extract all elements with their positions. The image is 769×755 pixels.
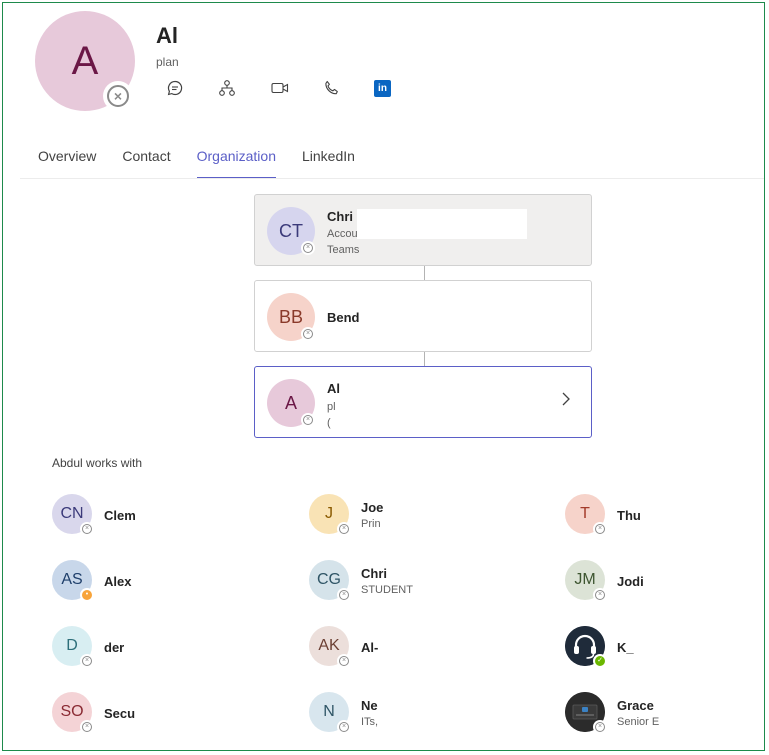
avatar-initials: AK	[318, 637, 340, 654]
presence-offline-icon: ×	[593, 720, 607, 734]
coworker-name: Grace	[617, 698, 654, 713]
coworker-item[interactable]: D × der	[52, 626, 292, 670]
coworker-name: Secu	[104, 706, 136, 721]
profile-avatar-initials: A	[71, 38, 99, 83]
presence-offline-icon: ×	[80, 522, 94, 536]
avatar-initials: CG	[317, 571, 341, 588]
works-with-heading: Abdul works with	[52, 456, 143, 470]
presence-offline-icon: ×	[301, 327, 315, 341]
coworker-name: Clem	[104, 508, 136, 523]
org-subtitle: pl	[327, 401, 336, 413]
org-card-manager[interactable]: CT × Chri Accou Teams	[254, 194, 592, 266]
coworker-item[interactable]: × Grace Senior E	[565, 692, 764, 736]
coworker-name: Alex	[104, 574, 132, 589]
org-chart-icon	[219, 80, 235, 96]
video-call-button[interactable]	[270, 77, 322, 99]
org-chart-button[interactable]	[218, 77, 270, 99]
coworker-item[interactable]: CN × Clem	[52, 494, 292, 538]
org-card-skip-level[interactable]: BB × Bend	[254, 280, 592, 352]
avatar-initials: CN	[60, 505, 84, 522]
coworker-name: Chri	[361, 566, 387, 581]
presence-available-icon: ✓	[593, 654, 607, 668]
coworker-name: Joe	[361, 500, 384, 515]
linkedin-button[interactable]: in	[374, 77, 426, 99]
coworker-name: K_	[617, 640, 634, 655]
tab-overview[interactable]: Overview	[38, 148, 96, 179]
phone-icon	[325, 80, 338, 95]
org-name: Chri	[327, 209, 353, 224]
coworker-title: Prin	[361, 518, 381, 530]
chevron-right-icon[interactable]	[561, 391, 571, 412]
presence-offline-icon: ×	[301, 241, 315, 255]
linkedin-icon: in	[374, 79, 391, 97]
coworker-name: Ne	[361, 698, 378, 713]
tab-linkedin[interactable]: LinkedIn	[302, 148, 355, 179]
avatar-initials: A	[284, 392, 297, 413]
coworker-item[interactable]: JM × Jodi	[565, 560, 764, 604]
coworker-name: Jodi	[617, 574, 644, 589]
org-connector	[424, 352, 425, 366]
coworker-item[interactable]: AK × Al-	[309, 626, 549, 670]
org-card-self[interactable]: A × Al pl (	[254, 366, 592, 438]
org-subtitle: (	[327, 417, 331, 429]
org-subtitle: Accou	[327, 228, 358, 240]
audio-call-button[interactable]	[322, 77, 374, 99]
avatar-initials: T	[580, 505, 590, 522]
avatar-initials: JM	[574, 571, 596, 588]
coworker-name: Thu	[617, 508, 641, 523]
presence-offline-icon: ×	[593, 522, 607, 536]
presence-offline-icon: ×	[337, 720, 351, 734]
coworker-name: der	[104, 640, 125, 655]
coworker-item[interactable]: CG × Chri STUDENT	[309, 560, 549, 604]
presence-offline-icon: ×	[337, 588, 351, 602]
video-call-icon	[271, 82, 289, 94]
avatar-initials: AS	[61, 571, 83, 588]
chat-button[interactable]	[166, 77, 218, 99]
chat-icon	[167, 80, 183, 96]
avatar-initials: J	[325, 505, 333, 522]
profile-name: Al	[156, 23, 178, 48]
presence-offline-icon: ×	[80, 654, 94, 668]
org-name: Al	[327, 381, 340, 396]
coworker-item[interactable]: AS • Alex	[52, 560, 292, 604]
coworker-name: Al-	[361, 640, 379, 655]
org-name: Bend	[327, 310, 360, 325]
coworker-item[interactable]: T × Thu	[565, 494, 764, 538]
profile-tabs: Overview Contact Organization LinkedIn	[38, 148, 355, 179]
profile-actions: in	[166, 77, 426, 99]
coworker-item[interactable]: N × Ne ITs,	[309, 692, 549, 736]
presence-offline-icon: ×	[337, 522, 351, 536]
presence-offline-icon: ×	[593, 588, 607, 602]
coworker-title: STUDENT	[361, 584, 413, 596]
avatar-initials: D	[66, 637, 78, 654]
tabs-divider	[20, 178, 764, 179]
avatar-initials: SO	[60, 703, 84, 720]
org-connector	[424, 266, 425, 280]
presence-offline-icon: ×	[337, 654, 351, 668]
profile-card: A × Al plan in Overview Contact Organiza…	[2, 2, 765, 751]
avatar-initials: CT	[279, 220, 303, 241]
presence-away-icon: •	[80, 588, 94, 602]
presence-offline-icon: ×	[103, 81, 133, 111]
profile-title: plan	[156, 55, 179, 69]
coworker-item[interactable]: J × Joe Prin	[309, 494, 549, 538]
coworker-item[interactable]: SO × Secu	[52, 692, 292, 736]
avatar-initials: N	[323, 703, 335, 720]
tab-contact[interactable]: Contact	[122, 148, 170, 179]
presence-offline-icon: ×	[301, 413, 315, 427]
org-subtitle: Teams	[327, 244, 360, 256]
coworker-title: Senior E	[617, 716, 660, 728]
coworker-item[interactable]: ✓ K_	[565, 626, 764, 670]
coworker-title: ITs,	[361, 716, 379, 728]
tab-organization[interactable]: Organization	[196, 148, 276, 179]
avatar-initials: BB	[278, 306, 303, 327]
presence-offline-icon: ×	[80, 720, 94, 734]
redaction	[357, 209, 527, 239]
